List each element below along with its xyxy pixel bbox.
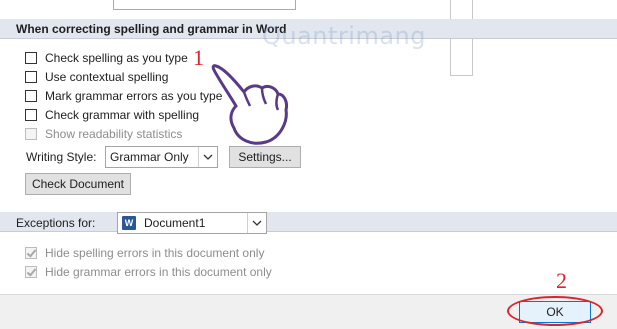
checkbox-label: Use contextual spelling (45, 70, 169, 84)
check-document-button[interactable]: Check Document (25, 173, 131, 195)
watermark-text: Quantrimang (262, 22, 426, 50)
contextual-spelling-checkbox[interactable]: Use contextual spelling (25, 69, 168, 85)
checkbox-label: Hide spelling errors in this document on… (45, 246, 265, 260)
word-document-icon: W (122, 216, 136, 230)
mark-grammar-checkbox[interactable]: Mark grammar errors as you type (25, 88, 222, 104)
writing-style-dropdown[interactable]: Grammar Only (105, 146, 218, 168)
checkbox-label: Check spelling as you type (45, 51, 188, 65)
exceptions-label: Exceptions for: (16, 216, 96, 230)
checkbox-box[interactable] (25, 71, 37, 83)
checkbox-box[interactable] (25, 90, 37, 102)
chevron-down-icon[interactable] (198, 147, 217, 167)
section-title: When correcting spelling and grammar in … (16, 22, 287, 36)
writing-style-value: Grammar Only (110, 150, 189, 164)
hide-spelling-errors-checkbox: Hide spelling errors in this document on… (25, 245, 264, 261)
pointing-hand-icon (211, 64, 288, 145)
checkbox-box (25, 266, 37, 278)
checkbox-label: Mark grammar errors as you type (45, 89, 223, 103)
checkbox-box (25, 128, 37, 140)
settings-button[interactable]: Settings... (229, 146, 301, 168)
readability-statistics-checkbox: Show readability statistics (25, 126, 182, 142)
writing-style-label: Writing Style: (26, 150, 97, 164)
hide-grammar-errors-checkbox: Hide grammar errors in this document onl… (25, 264, 272, 280)
checkbox-box[interactable] (25, 109, 37, 121)
checkbox-label: Check grammar with spelling (45, 108, 200, 122)
exceptions-document-dropdown[interactable]: W Document1 (117, 212, 267, 234)
chevron-down-icon[interactable] (247, 213, 266, 233)
step-1-annotation: 1 (193, 45, 204, 70)
checkbox-box (25, 247, 37, 259)
checkbox-label: Hide grammar errors in this document onl… (45, 265, 272, 279)
check-grammar-checkbox[interactable]: Check grammar with spelling (25, 107, 199, 123)
top-field-remnant (113, 0, 296, 10)
check-spelling-checkbox[interactable]: Check spelling as you type (25, 50, 188, 66)
exceptions-section-header: Exceptions for: (0, 212, 617, 232)
exceptions-document-value: Document1 (144, 216, 206, 230)
step-2-annotation: 2 (556, 268, 567, 293)
checkbox-box[interactable] (25, 52, 37, 64)
ok-highlight-ring (507, 296, 603, 326)
checkbox-label: Show readability statistics (45, 127, 183, 141)
